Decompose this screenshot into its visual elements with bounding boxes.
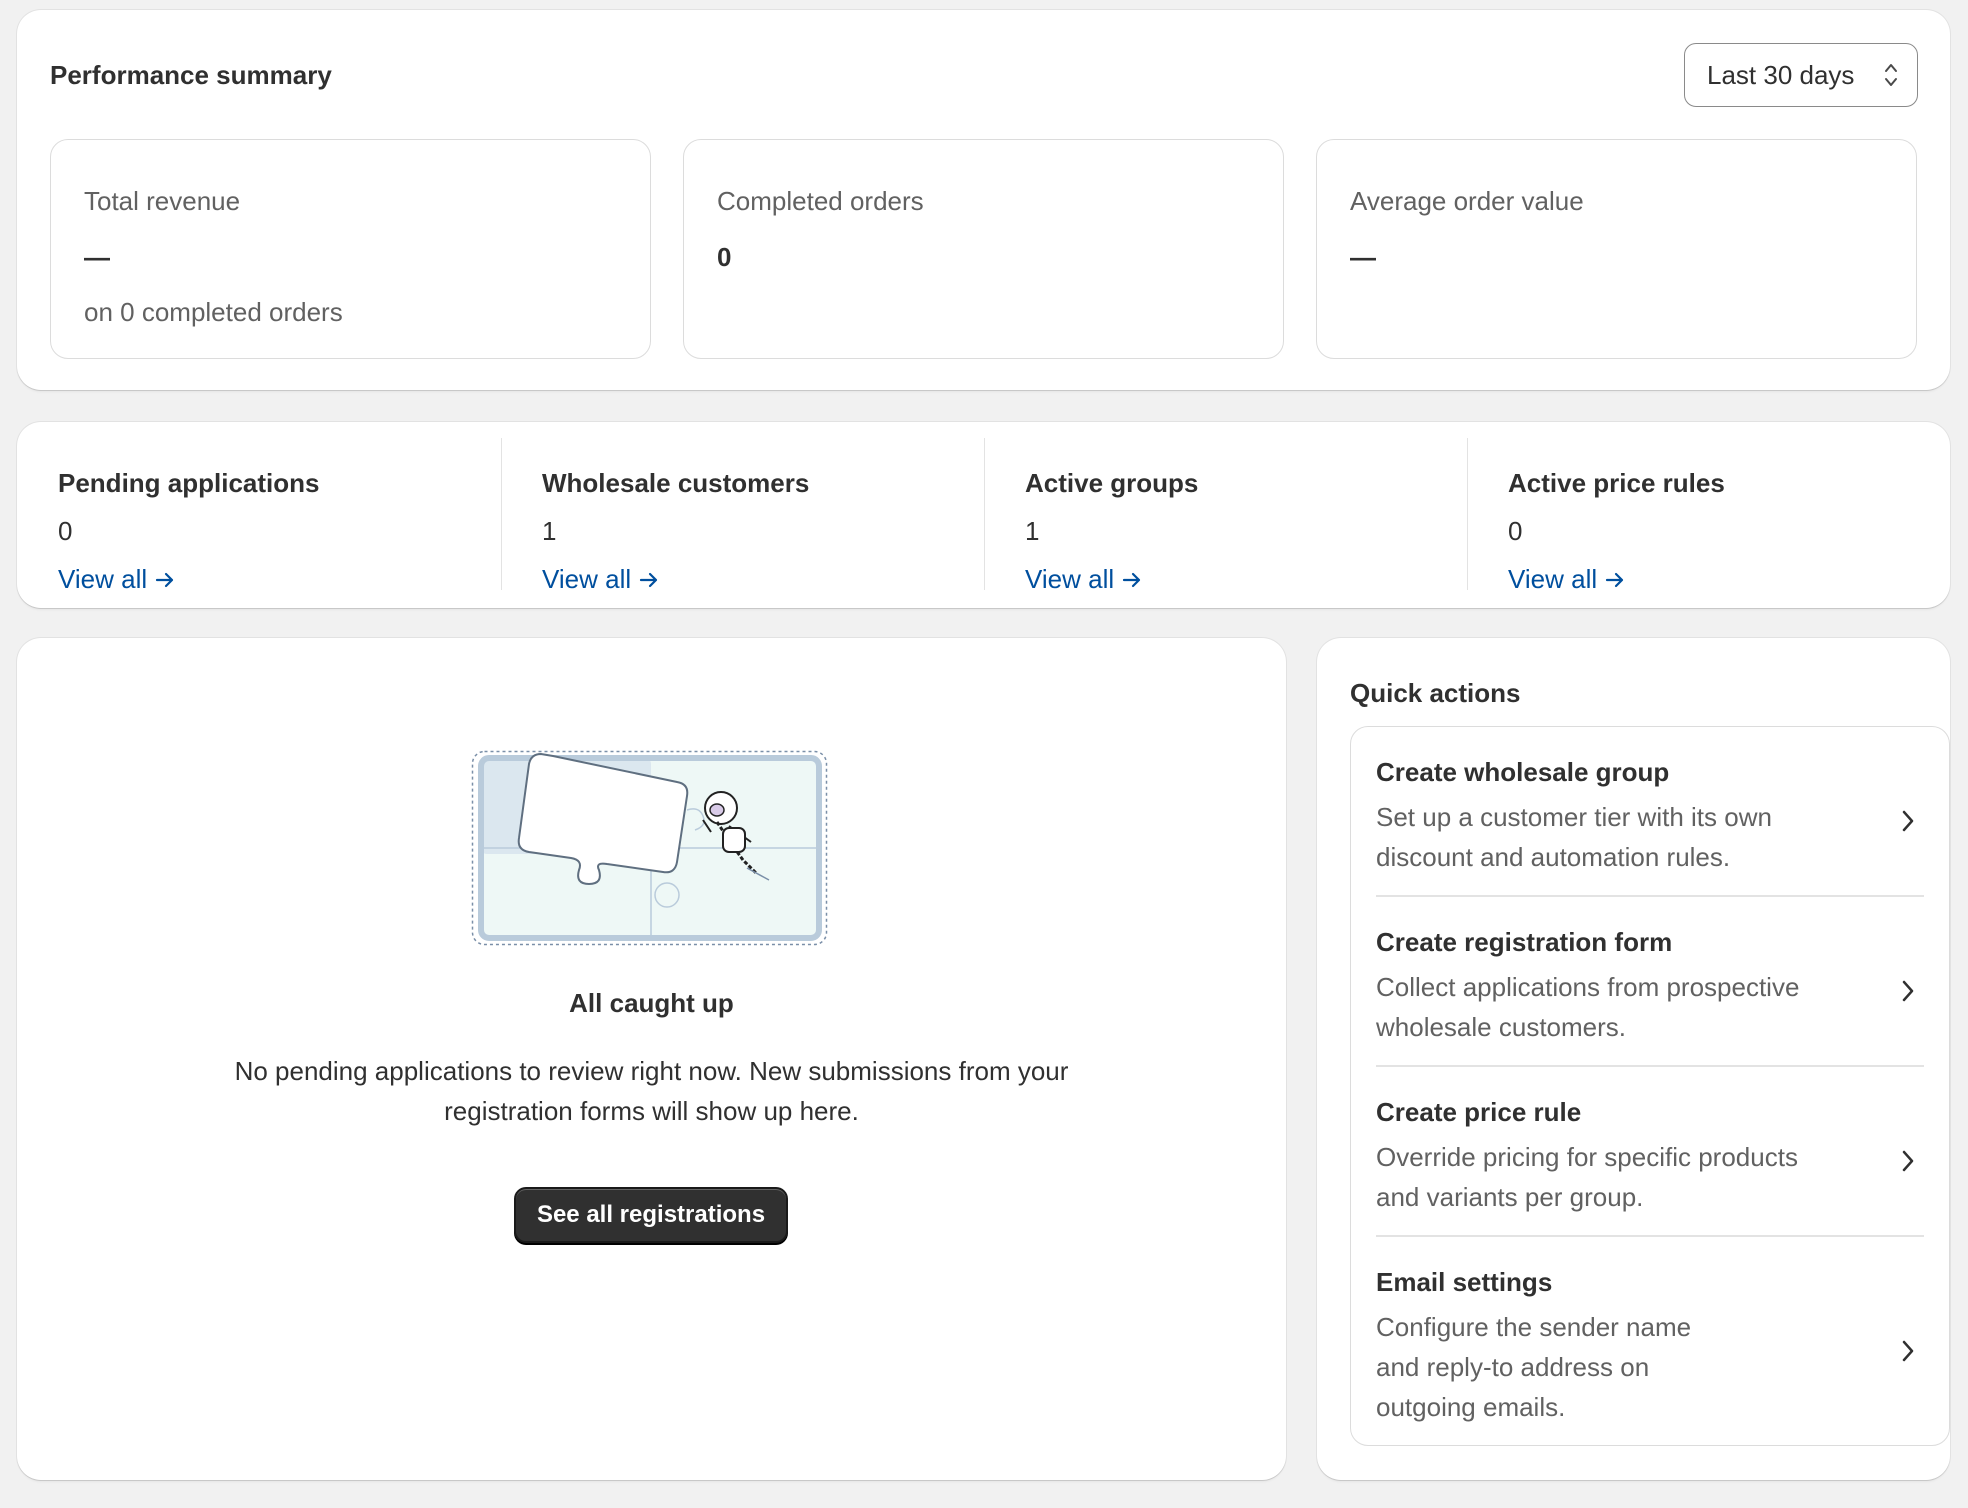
metric-label: Total revenue — [84, 186, 241, 216]
empty-state-title: All caught up — [569, 988, 734, 1018]
stat-value: 1 — [542, 516, 557, 546]
quick-action-create-wholesale-group[interactable]: Create wholesale group Set up a customer… — [1351, 757, 1949, 897]
quick-action-description: Override pricing for specific products a… — [1376, 1142, 1798, 1212]
chevron-right-icon — [1902, 1340, 1914, 1362]
view-all-link[interactable]: View all — [58, 564, 175, 595]
stat-label: Pending applications — [58, 468, 320, 498]
arrow-right-icon — [1606, 572, 1624, 587]
view-all-link[interactable]: View all — [1508, 564, 1625, 595]
quick-action-description: Configure the sender name and reply-to a… — [1376, 1312, 1692, 1422]
dashboard-page: Performance summary Last 30 days Total r… — [0, 0, 1968, 1508]
quick-action-title: Create wholesale group — [1376, 757, 1670, 787]
puzzle-illustration — [471, 750, 828, 946]
stat-label: Wholesale customers — [542, 468, 810, 498]
stat-label: Active price rules — [1508, 468, 1725, 498]
quick-actions-title: Quick actions — [1350, 678, 1521, 708]
stat-pending-applications: Pending applications 0 View all — [18, 438, 501, 594]
view-all-link[interactable]: View all — [1025, 564, 1142, 595]
stat-wholesale-customers: Wholesale customers 1 View all — [501, 438, 984, 594]
view-all-label: View all — [1025, 564, 1115, 594]
arrow-right-icon — [1123, 572, 1141, 587]
view-all-label: View all — [1508, 564, 1598, 594]
chevron-right-icon — [1902, 810, 1914, 832]
stat-active-groups: Active groups 1 View all — [984, 438, 1467, 594]
metric-label: Completed orders — [717, 186, 924, 216]
stat-value: 1 — [1025, 516, 1040, 546]
quick-actions-card: Quick actions Create wholesale group Set… — [1317, 638, 1950, 1480]
view-all-label: View all — [542, 564, 632, 594]
chevron-right-icon — [1902, 980, 1914, 1002]
metric-subtext: on 0 completed orders — [84, 297, 343, 327]
metric-value: — — [84, 242, 110, 272]
metric-label: Average order value — [1350, 186, 1584, 216]
date-range-select[interactable]: Last 30 days — [1684, 43, 1918, 107]
quick-actions-divider — [1376, 1065, 1924, 1067]
quick-actions-divider — [1376, 1235, 1924, 1237]
quick-action-create-price-rule[interactable]: Create price rule Override pricing for s… — [1351, 1097, 1949, 1237]
stat-active-price-rules: Active price rules 0 View all — [1467, 438, 1950, 594]
quick-action-email-settings[interactable]: Email settings Configure the sender name… — [1351, 1267, 1949, 1427]
view-all-link[interactable]: View all — [542, 564, 659, 595]
quick-action-title: Create price rule — [1376, 1097, 1582, 1127]
quick-actions-list: Create wholesale group Set up a customer… — [1350, 726, 1950, 1446]
quick-action-title: Email settings — [1376, 1267, 1553, 1297]
quick-action-create-registration-form[interactable]: Create registration form Collect applica… — [1351, 927, 1949, 1067]
performance-summary-title: Performance summary — [50, 60, 332, 90]
metric-value: 0 — [717, 242, 732, 272]
metric-average-order-value: Average order value — — [1316, 139, 1917, 359]
arrow-right-icon — [156, 572, 174, 587]
select-updown-icon — [1885, 64, 1897, 86]
view-all-label: View all — [58, 564, 148, 594]
chevron-right-icon — [1902, 1150, 1914, 1172]
quick-action-description: Set up a customer tier with its own disc… — [1376, 802, 1772, 872]
quick-actions-divider — [1376, 895, 1924, 897]
stat-value: 0 — [58, 516, 73, 546]
metric-total-revenue: Total revenue — on 0 completed orders — [50, 139, 651, 359]
metric-value: — — [1350, 242, 1376, 272]
see-all-registrations-button[interactable]: See all registrations — [514, 1187, 788, 1243]
stats-strip-card: Pending applications 0 View all Wholesal… — [17, 422, 1950, 608]
stat-label: Active groups — [1025, 468, 1199, 498]
stat-value: 0 — [1508, 516, 1523, 546]
performance-summary-card: Performance summary Last 30 days Total r… — [17, 10, 1950, 390]
quick-action-description: Collect applications from prospective wh… — [1376, 972, 1800, 1042]
date-range-value: Last 30 days — [1707, 59, 1855, 90]
empty-state-text: No pending applications to review right … — [234, 1056, 1069, 1126]
quick-action-title: Create registration form — [1376, 927, 1673, 957]
metric-completed-orders: Completed orders 0 — [683, 139, 1284, 359]
pending-applications-empty-card: All caught up No pending applications to… — [17, 638, 1286, 1480]
arrow-right-icon — [640, 572, 658, 587]
